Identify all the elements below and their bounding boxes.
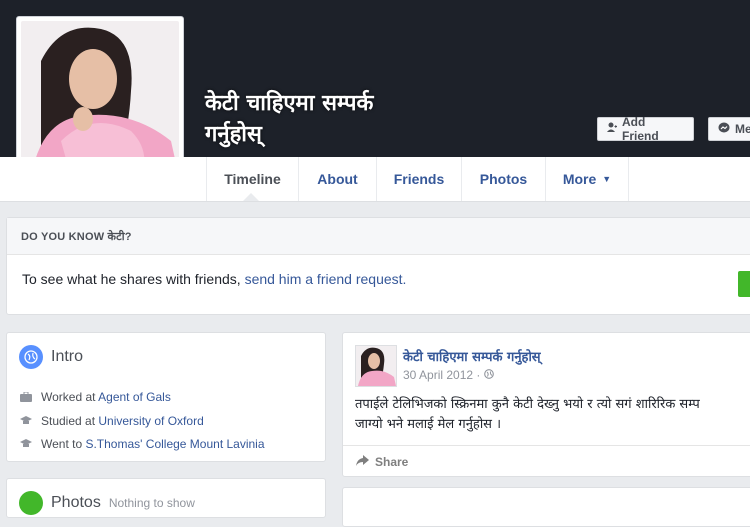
tab-photos[interactable]: Photos [461,157,545,201]
share-icon [356,455,369,469]
tab-friends-label: Friends [393,171,445,187]
post-timestamp: 30 April 2012 · [403,368,494,382]
post-card: केटी चाहिएमा सम्पर्क गर्नुहोस् 30 April … [342,332,750,477]
profile-name-line2: गर्नुहोस् [205,122,262,147]
post-date[interactable]: 30 April 2012 · [403,368,484,382]
photos-card: Photos Nothing to show [6,478,326,518]
do-you-know-text: To see what he shares with friends, send… [22,271,406,287]
next-post-card [342,487,750,527]
post-text-line1: तपाईले टेलिभिजको स्क्रिनमा कुनै केटी देख… [355,397,700,412]
tab-about[interactable]: About [298,157,376,201]
post-text-line2: जाग्यो भने मलाई मेल गर्नुहोस । [355,417,502,432]
globe-icon [19,345,43,369]
tab-more-label: More [562,171,597,187]
tab-about-label: About [317,171,358,187]
globe-privacy-icon [483,368,494,382]
intro-work-prefix: Worked at [41,390,99,404]
school-link[interactable]: S.Thomas' College Mount Lavinia [85,437,264,451]
message-label: Me [735,122,750,136]
photos-icon [19,491,43,515]
profile-nav: Timeline About Friends Photos More ▼ [0,157,750,202]
photos-subtitle: Nothing to show [108,496,195,510]
workplace-link[interactable]: Agent of Gals [98,390,171,404]
intro-work-row: Worked at Agent of Gals [19,390,171,404]
tab-photos-label: Photos [479,171,528,187]
intro-study-row: Studied at University of Oxford [19,414,204,428]
intro-title: Intro [51,348,84,365]
post-actions: Share [343,445,750,479]
chevron-down-icon: ▼ [602,174,612,184]
profile-name-line1: केटी चाहिएमा सम्पर्क [205,91,374,116]
graduation-cap-icon [19,439,33,449]
intro-study-prefix: Studied at [41,414,99,428]
tab-more[interactable]: More ▼ [545,157,629,201]
intro-school-prefix: Went to [41,437,86,451]
friend-request-link[interactable]: send him a friend request. [245,271,407,287]
share-button[interactable]: Share [356,455,408,469]
do-you-know-heading: DO YOU KNOW केटी? [7,218,750,255]
tab-friends[interactable]: Friends [376,157,461,201]
message-button[interactable]: Me [708,117,750,141]
do-you-know-box: DO YOU KNOW केटी? To see what he shares … [6,217,750,315]
briefcase-icon [19,391,33,402]
active-tab-indicator [243,193,259,201]
share-label: Share [375,455,409,469]
profile-name: केटी चाहिएमा सम्पर्क गर्नुहोस् [205,88,465,150]
message-icon [718,122,730,137]
intro-card: Intro Worked at Agent of Gals Studied at… [6,332,326,462]
tab-timeline-label: Timeline [224,171,281,187]
intro-school-row: Went to S.Thomas' College Mount Lavinia [19,437,265,451]
add-friend-label: Add Friend [622,115,659,143]
graduation-cap-icon [19,416,33,426]
add-friend-green-button[interactable] [738,271,750,297]
add-friend-button[interactable]: Add Friend [597,115,694,143]
add-friend-icon [607,122,617,136]
post-author-name[interactable]: केटी चाहिएमा सम्पर्क गर्नुहोस् [403,347,541,365]
photos-title: Photos [51,494,101,511]
post-text: तपाईले टेलिभिजको स्क्रिनमा कुनै केटी देख… [355,395,750,435]
do-you-know-message: To see what he shares with friends, [22,271,245,287]
university-link[interactable]: University of Oxford [98,414,203,428]
post-author-avatar[interactable] [355,345,397,387]
